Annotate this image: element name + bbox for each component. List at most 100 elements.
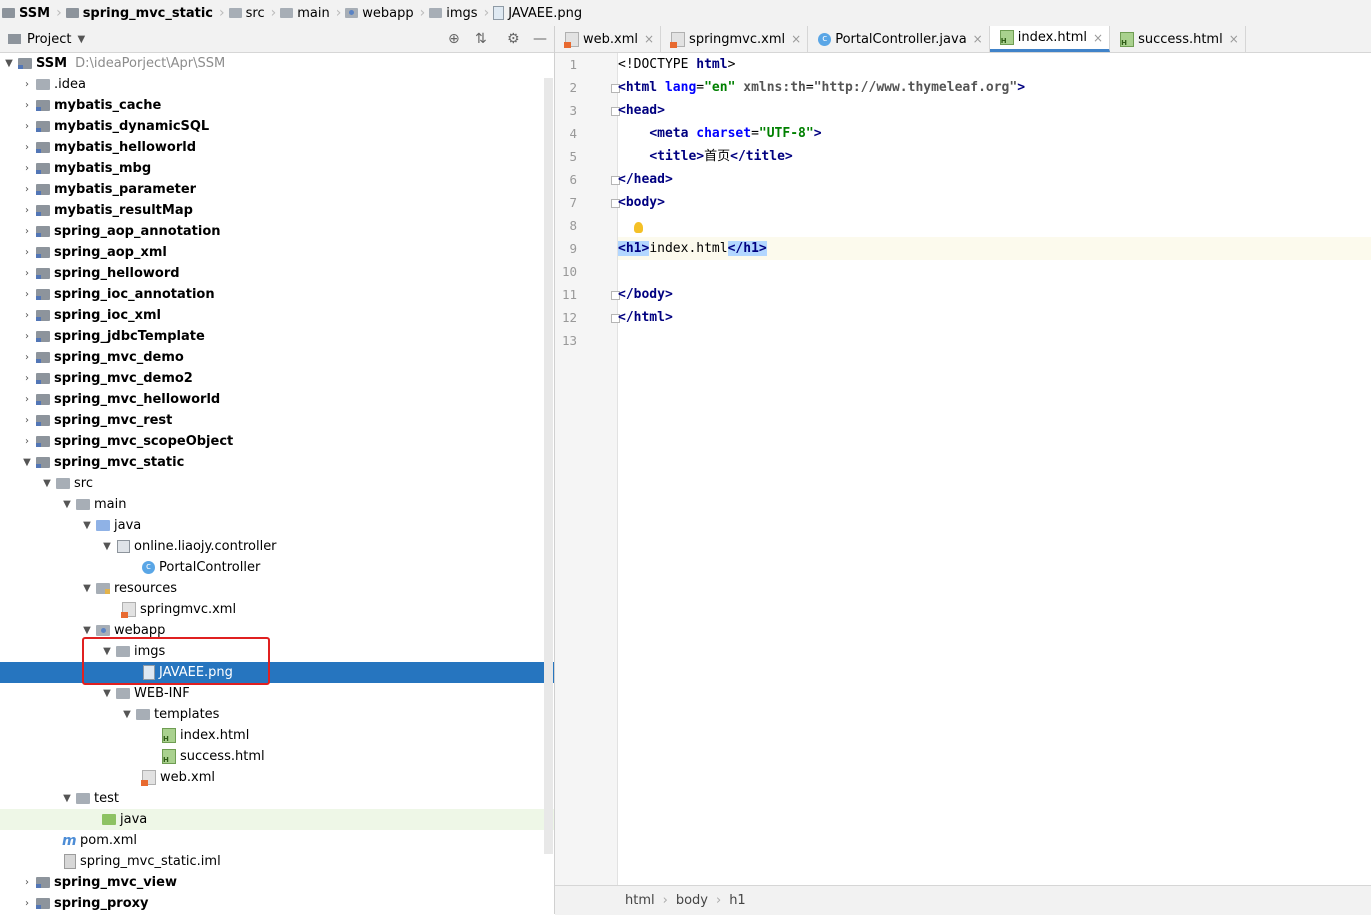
chevron-right-icon[interactable]: › <box>20 79 34 90</box>
chevron-down-icon[interactable]: ▼ <box>40 478 54 489</box>
tree-item-templates[interactable]: ▼ templates <box>0 704 554 725</box>
tree-item-pom-xml[interactable]: m pom.xml <box>0 830 554 851</box>
chevron-right-icon[interactable]: › <box>20 205 34 216</box>
chevron-down-icon[interactable]: ▼ <box>77 34 85 45</box>
code-line[interactable]: <!DOCTYPE html> <box>618 53 1371 76</box>
tree-item-module[interactable]: › spring_mvc_demo2 <box>0 368 554 389</box>
chevron-down-icon[interactable]: ▼ <box>20 457 34 468</box>
chevron-right-icon[interactable]: › <box>20 436 34 447</box>
tree-item-module[interactable]: › .idea <box>0 74 554 95</box>
tree-item-spring-proxy[interactable]: › spring_proxy <box>0 893 554 914</box>
tree-item-module[interactable]: › spring_mvc_helloworld <box>0 389 554 410</box>
tree-item-module[interactable]: › spring_aop_annotation <box>0 221 554 242</box>
tab-springmvc-xml[interactable]: springmvc.xml × <box>661 26 809 52</box>
breadcrumb-item-webapp[interactable]: webapp <box>343 0 417 26</box>
tree-item-package[interactable]: ▼ online.liaojy.controller <box>0 536 554 557</box>
breadcrumb-h1[interactable]: h1 <box>729 893 746 908</box>
chevron-down-icon[interactable]: ▼ <box>80 583 94 594</box>
chevron-down-icon[interactable]: ▼ <box>60 499 74 510</box>
tree-item-module[interactable]: › spring_mvc_scopeObject <box>0 431 554 452</box>
tree-item-index-html[interactable]: index.html <box>0 725 554 746</box>
chevron-down-icon[interactable]: ▼ <box>60 793 74 804</box>
tab-portal-controller[interactable]: c PortalController.java × <box>808 26 990 52</box>
code-line[interactable] <box>618 260 1371 283</box>
breadcrumb-item-module[interactable]: spring_mvc_static <box>64 0 217 26</box>
code-line[interactable]: </head> <box>618 168 1371 191</box>
chevron-down-icon[interactable]: ▼ <box>80 520 94 531</box>
tree-item-module[interactable]: › mybatis_cache <box>0 95 554 116</box>
code-line[interactable]: <title>首页</title> <box>618 145 1371 168</box>
editor-gutter[interactable]: 1 2 3 4 5 6 7 8 9 10 11 12 13 <box>555 53 620 885</box>
tree-item-resources[interactable]: ▼ resources <box>0 578 554 599</box>
tree-item-module[interactable]: › spring_mvc_rest <box>0 410 554 431</box>
tree-item-module[interactable]: › mybatis_mbg <box>0 158 554 179</box>
chevron-down-icon[interactable]: ▼ <box>100 688 114 699</box>
chevron-right-icon[interactable]: › <box>20 289 34 300</box>
tree-item-test[interactable]: ▼ test <box>0 788 554 809</box>
chevron-right-icon[interactable]: › <box>20 184 34 195</box>
tree-item-spring-mvc-view[interactable]: › spring_mvc_view <box>0 872 554 893</box>
chevron-right-icon[interactable]: › <box>20 352 34 363</box>
chevron-right-icon[interactable]: › <box>20 877 34 888</box>
chevron-right-icon[interactable]: › <box>20 415 34 426</box>
tree-item-web-inf[interactable]: ▼ WEB-INF <box>0 683 554 704</box>
close-icon[interactable]: × <box>644 32 654 46</box>
tree-item-web-xml[interactable]: web.xml <box>0 767 554 788</box>
chevron-right-icon[interactable]: › <box>20 394 34 405</box>
chevron-down-icon[interactable]: ▼ <box>2 58 16 69</box>
chevron-right-icon[interactable]: › <box>20 310 34 321</box>
gear-icon[interactable]: ⚙ <box>507 31 520 47</box>
tree-item-module[interactable]: › mybatis_dynamicSQL <box>0 116 554 137</box>
code-editor[interactable]: <!DOCTYPE html> <html lang="en" xmlns:th… <box>618 53 1371 885</box>
code-line-current[interactable]: <h1>index.html</h1> <box>618 237 1371 260</box>
code-line[interactable] <box>618 214 1371 237</box>
chevron-right-icon[interactable]: › <box>20 163 34 174</box>
chevron-right-icon[interactable]: › <box>20 898 34 909</box>
tree-item-java[interactable]: ▼ java <box>0 515 554 536</box>
code-line[interactable]: <head> <box>618 99 1371 122</box>
locate-icon[interactable]: ⊕ <box>448 31 460 47</box>
tree-item-module[interactable]: › spring_ioc_annotation <box>0 284 554 305</box>
tree-item-module[interactable]: › spring_ioc_xml <box>0 305 554 326</box>
tree-item-iml[interactable]: spring_mvc_static.iml <box>0 851 554 872</box>
tree-item-module[interactable]: › spring_jdbcTemplate <box>0 326 554 347</box>
breadcrumb-item-ssm[interactable]: SSM <box>0 0 54 26</box>
lightbulb-icon[interactable] <box>634 222 643 233</box>
chevron-right-icon[interactable]: › <box>20 373 34 384</box>
breadcrumb-item-src[interactable]: src <box>227 0 269 26</box>
tree-item-success-html[interactable]: success.html <box>0 746 554 767</box>
tree-item-module[interactable]: › mybatis_resultMap <box>0 200 554 221</box>
chevron-right-icon[interactable]: › <box>20 331 34 342</box>
tree-item-module[interactable]: › spring_aop_xml <box>0 242 554 263</box>
close-icon[interactable]: × <box>973 32 983 46</box>
project-view-selector[interactable]: Project <box>27 32 71 47</box>
chevron-down-icon[interactable]: ▼ <box>80 625 94 636</box>
tree-item-spring-mvc-static[interactable]: ▼ spring_mvc_static <box>0 452 554 473</box>
tree-item-module[interactable]: › spring_mvc_demo <box>0 347 554 368</box>
code-line[interactable]: <html lang="en" xmlns:th="http://www.thy… <box>618 76 1371 99</box>
tree-item-main[interactable]: ▼ main <box>0 494 554 515</box>
tab-success-html[interactable]: success.html× <box>1110 26 1246 52</box>
project-scrollbar[interactable] <box>544 78 553 854</box>
tree-item-springmvc-xml[interactable]: springmvc.xml <box>0 599 554 620</box>
close-icon[interactable]: × <box>1093 31 1103 45</box>
chevron-down-icon[interactable]: ▼ <box>100 541 114 552</box>
chevron-right-icon[interactable]: › <box>20 121 34 132</box>
tree-item-module[interactable]: › mybatis_helloworld <box>0 137 554 158</box>
breadcrumb-html[interactable]: html <box>625 893 655 908</box>
hide-panel-icon[interactable]: — <box>533 31 547 47</box>
chevron-right-icon[interactable]: › <box>20 226 34 237</box>
collapse-all-icon[interactable]: ⇅ <box>475 31 487 47</box>
tab-web-xml[interactable]: web.xml × <box>555 26 662 52</box>
tree-item-root[interactable]: ▼ SSM D:\ideaPorject\Apr\SSM <box>0 53 554 74</box>
code-line[interactable]: <meta charset="UTF-8"> <box>618 122 1371 145</box>
code-line[interactable]: </html> <box>618 306 1371 329</box>
chevron-right-icon[interactable]: › <box>20 100 34 111</box>
tree-item-test-java[interactable]: java <box>0 809 554 830</box>
breadcrumb-item-file[interactable]: JAVAEE.png <box>491 0 586 26</box>
tree-item-module[interactable]: › mybatis_parameter <box>0 179 554 200</box>
tree-item-portal-controller[interactable]: c PortalController <box>0 557 554 578</box>
tree-item-module[interactable]: › spring_helloword <box>0 263 554 284</box>
breadcrumb-body[interactable]: body <box>676 893 708 908</box>
close-icon[interactable]: × <box>1229 32 1239 46</box>
